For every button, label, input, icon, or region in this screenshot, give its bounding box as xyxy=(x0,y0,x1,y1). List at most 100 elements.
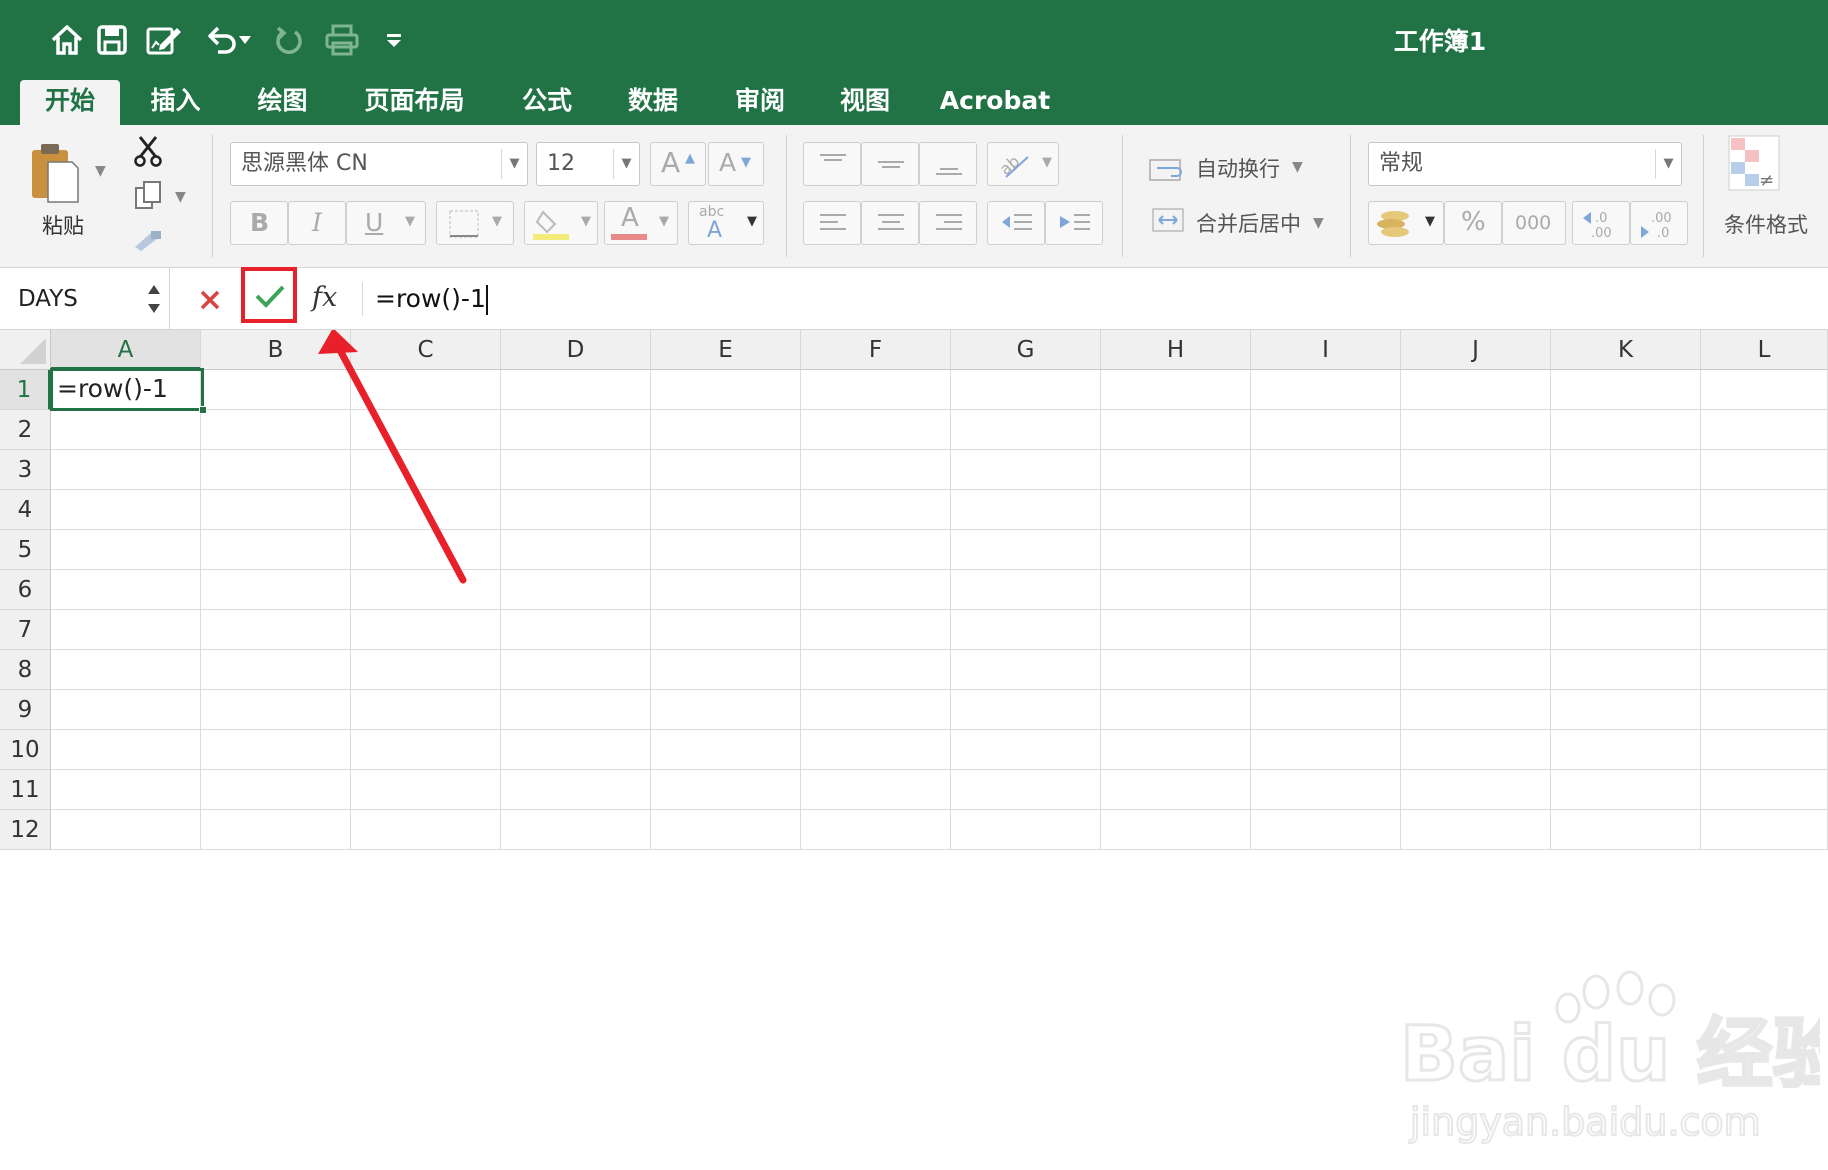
tab-acrobat[interactable]: Acrobat xyxy=(935,80,1055,125)
tab-page-layout[interactable]: 页面布局 xyxy=(347,80,482,125)
home-icon[interactable] xyxy=(45,18,89,62)
merge-center-icon xyxy=(1148,205,1188,235)
fill-color-button[interactable]: ▼ xyxy=(524,201,598,245)
number-format-combo[interactable]: 常规 ▼ xyxy=(1368,142,1682,186)
checkmark-icon xyxy=(255,285,285,308)
font-color-label: A xyxy=(621,203,639,233)
accounting-format-button[interactable]: ▼ xyxy=(1368,201,1444,245)
cut-icon[interactable] xyxy=(130,133,166,169)
wrap-text-dropdown-icon[interactable]: ▼ xyxy=(1292,159,1303,175)
paste-label: 粘贴 xyxy=(42,214,84,238)
save-icon[interactable] xyxy=(90,18,134,62)
insert-function-button[interactable]: fx xyxy=(312,278,352,318)
align-center-button[interactable] xyxy=(861,201,919,245)
customize-quick-access-icon[interactable] xyxy=(372,18,416,62)
font-size-value: 12 xyxy=(547,151,575,176)
wrap-text-button[interactable]: 自动换行 xyxy=(1196,153,1280,183)
tab-home[interactable]: 开始 xyxy=(20,80,120,125)
increase-decimal-button[interactable]: .0.00 xyxy=(1572,201,1630,245)
decrease-decimal-button[interactable]: .00.0 xyxy=(1630,201,1688,245)
percent-style-button[interactable]: % xyxy=(1444,201,1502,245)
watermark-brand: Bai du 经验 xyxy=(1400,1009,1820,1098)
formula-bar-divider xyxy=(362,282,363,316)
tab-draw[interactable]: 绘图 xyxy=(235,80,330,125)
conditional-format-icon[interactable]: ≠ xyxy=(1726,133,1782,193)
copy-dropdown-icon[interactable]: ▼ xyxy=(175,189,186,205)
merge-center-dropdown-icon[interactable]: ▼ xyxy=(1313,215,1324,231)
borders-icon xyxy=(449,210,479,238)
ribbon-separator xyxy=(1703,135,1704,257)
phonetic-button[interactable]: abc A ▼ xyxy=(688,201,764,245)
chevron-down-icon[interactable]: ▼ xyxy=(1655,149,1681,179)
tab-insert[interactable]: 插入 xyxy=(128,80,223,125)
thousands-label: 000 xyxy=(1515,212,1552,234)
chevron-down-icon[interactable]: ▼ xyxy=(501,149,527,179)
conditional-format-label[interactable]: 条件格式 xyxy=(1724,209,1808,239)
svg-text:.0: .0 xyxy=(1595,211,1607,226)
formula-text: =row()-1 xyxy=(375,284,486,313)
close-icon xyxy=(200,290,220,310)
copy-icon[interactable] xyxy=(130,177,166,213)
tab-formulas[interactable]: 公式 xyxy=(502,80,592,125)
name-box-stepper-icon[interactable] xyxy=(147,282,161,316)
tab-review[interactable]: 审阅 xyxy=(715,80,805,125)
enter-button[interactable] xyxy=(241,267,297,323)
align-bottom-button[interactable] xyxy=(919,142,977,186)
tab-data[interactable]: 数据 xyxy=(608,80,698,125)
tab-view[interactable]: 视图 xyxy=(820,80,910,125)
decrease-indent-button[interactable] xyxy=(987,201,1045,245)
name-box-value: DAYS xyxy=(18,286,78,312)
align-top-button[interactable] xyxy=(803,142,861,186)
underline-button[interactable]: U ▼ xyxy=(346,201,426,245)
paste-icon[interactable] xyxy=(26,137,82,207)
ribbon-separator xyxy=(1350,135,1351,257)
orientation-button[interactable]: ab ▼ xyxy=(987,142,1059,186)
italic-label: I xyxy=(312,208,322,237)
ribbon-separator xyxy=(212,135,213,257)
increase-decimal-icon: .0.00 xyxy=(1583,211,1612,240)
worksheet-grid: ABCDEFGHIJKL 1 2 3 4 5 6 7 8 9 10 11 12 =row()-1 Ba… xyxy=(0,330,1828,1145)
align-left-button[interactable] xyxy=(803,201,861,245)
align-middle-button[interactable] xyxy=(861,142,919,186)
formula-bar: DAYS fx =row()-1 xyxy=(0,267,1828,330)
italic-button[interactable]: I xyxy=(288,201,346,245)
wrap-text-icon xyxy=(1148,155,1188,185)
number-format-value: 常规 xyxy=(1379,151,1424,176)
text-cursor xyxy=(485,285,488,315)
bold-button[interactable]: B xyxy=(230,201,288,245)
orientation-icon: ab xyxy=(998,151,1029,179)
undo-dropdown-icon[interactable] xyxy=(235,18,255,62)
font-color-button[interactable]: A ▼ xyxy=(604,201,678,245)
font-name-combo[interactable]: 思源黑体 CN ▼ xyxy=(230,142,528,186)
redo-icon[interactable] xyxy=(267,18,311,62)
name-box[interactable]: DAYS xyxy=(0,268,170,330)
bold-label: B xyxy=(250,208,270,237)
print-icon[interactable] xyxy=(320,18,364,62)
svg-text:≠: ≠ xyxy=(1759,170,1774,191)
comma-style-button[interactable]: 000 xyxy=(1502,201,1566,245)
svg-text:.0: .0 xyxy=(1657,226,1669,240)
format-painter-icon[interactable] xyxy=(130,223,166,259)
font-size-combo[interactable]: 12 ▼ xyxy=(536,142,640,186)
watermark-url: jingyan.baidu.com xyxy=(1409,1100,1761,1144)
svg-text:.00: .00 xyxy=(1651,211,1672,226)
paste-dropdown-icon[interactable]: ▼ xyxy=(95,163,106,179)
fx-label: fx xyxy=(312,282,338,313)
align-right-button[interactable] xyxy=(919,201,977,245)
underline-label: U xyxy=(365,208,384,237)
increase-indent-button[interactable] xyxy=(1045,201,1103,245)
borders-button[interactable]: ▼ xyxy=(436,201,514,245)
ribbon-separator xyxy=(1122,135,1123,257)
decrease-decimal-icon: .00.0 xyxy=(1641,211,1672,240)
increase-font-size-button[interactable]: A ▲ xyxy=(650,142,706,186)
formula-input[interactable]: =row()-1 xyxy=(375,280,488,318)
cancel-button[interactable] xyxy=(190,280,230,320)
svg-text:.00: .00 xyxy=(1591,226,1612,240)
chevron-down-icon[interactable]: ▼ xyxy=(613,149,639,179)
percent-label: % xyxy=(1461,207,1486,237)
decrease-font-size-button[interactable]: A ▼ xyxy=(708,142,764,186)
coins-icon xyxy=(1377,211,1409,237)
edit-icon[interactable] xyxy=(142,18,186,62)
annotation-arrow xyxy=(318,330,467,584)
merge-center-button[interactable]: 合并后居中 xyxy=(1196,208,1301,238)
